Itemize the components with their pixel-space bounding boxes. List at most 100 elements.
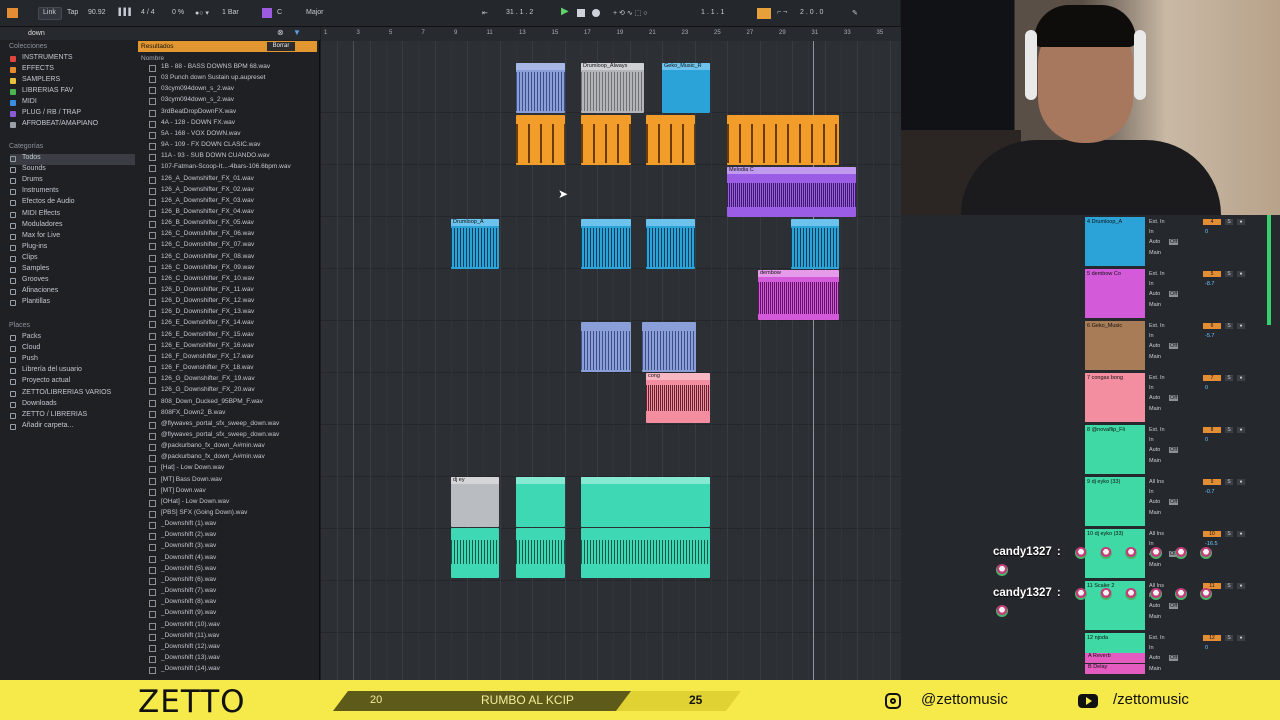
place-item[interactable]: Push (10, 355, 135, 366)
punch-icon[interactable]: ⌐ ¬ (777, 9, 787, 16)
solo-button[interactable]: S (1225, 583, 1233, 589)
arm-icon[interactable]: ● (1237, 271, 1245, 277)
clip-drumloop-always[interactable]: Drumloop_Always (581, 63, 644, 113)
collection-item[interactable]: SAMPLERS (10, 76, 135, 87)
clip-dj-ey-4[interactable] (516, 528, 565, 578)
metronome-icon[interactable]: ▐▐▐ (116, 9, 131, 16)
place-item[interactable]: Librería del usuario (10, 366, 135, 377)
tap-button[interactable]: Tap (67, 9, 78, 16)
clear-search-icon[interactable]: ⊗ (277, 28, 284, 37)
output-select[interactable]: Main (1149, 302, 1161, 308)
clip-dj-ey-grey[interactable]: dj ey (451, 477, 499, 527)
arrangement-position[interactable]: 31 . 1 . 2 (506, 9, 533, 16)
clip-orange-4[interactable] (727, 115, 839, 165)
return-track[interactable]: A Reverb (1085, 653, 1145, 663)
file-row[interactable]: 126_C_Downshifter_FX_07.wav (149, 241, 314, 252)
track-header[interactable]: 7 congas bong (1085, 373, 1145, 422)
input-select[interactable]: All Ins (1149, 479, 1164, 485)
collection-item[interactable]: PLUG / RB / TRAP (10, 109, 135, 120)
stop-button[interactable] (577, 9, 585, 17)
track-lane[interactable] (321, 373, 901, 425)
volume-field[interactable]: 0 (1205, 229, 1208, 235)
file-row[interactable]: [PBS] SFX (Going Down).wav (149, 509, 314, 520)
volume-field[interactable]: -0.7 (1205, 489, 1214, 495)
file-row[interactable]: _Downshift (7).wav (149, 587, 314, 598)
clip-drumloop-a-3[interactable] (646, 219, 695, 269)
place-item[interactable]: Downloads (10, 400, 135, 411)
volume-field[interactable]: -5.7 (1205, 333, 1214, 339)
clip-geko-music[interactable]: Geko_Music_R (662, 63, 710, 113)
arm-icon[interactable]: ● (1237, 427, 1245, 433)
place-item[interactable]: Cloud (10, 344, 135, 355)
solo-button[interactable]: S (1225, 375, 1233, 381)
clip-dj-ey-5[interactable] (581, 528, 710, 578)
file-row[interactable]: 126_E_Downshifter_FX_15.wav (149, 331, 314, 342)
loop-switch-icon[interactable] (757, 8, 771, 19)
track-header[interactable]: 12 njoda (1085, 633, 1145, 653)
file-row[interactable]: 1B - 88 - BASS DOWNS BPM 68.wav (149, 63, 314, 74)
track-lane[interactable] (321, 581, 901, 633)
volume-field[interactable]: 0 (1205, 385, 1208, 391)
monitor-off-button[interactable]: Off (1169, 603, 1179, 609)
file-row[interactable]: 107-Fatman-Scoop-It...-4bars-106.6bpm.wa… (149, 163, 314, 174)
track-lane[interactable] (321, 425, 901, 477)
file-row[interactable]: [MT] Down.wav (149, 487, 314, 498)
draw-mode-icon[interactable]: ✎ (852, 9, 858, 17)
track-header[interactable]: 9 dj eyko (33) (1085, 477, 1145, 526)
file-row[interactable]: 126_D_Downshifter_FX_11.wav (149, 286, 314, 297)
track-header[interactable]: 4 Drumloop_A (1085, 217, 1145, 266)
category-item[interactable]: Grooves (10, 276, 135, 287)
file-row[interactable]: _Downshift (14).wav (149, 665, 314, 676)
volume-field[interactable]: 0 (1205, 645, 1208, 651)
clip-orange-2[interactable] (581, 115, 631, 165)
play-button[interactable]: ▶ (561, 6, 569, 17)
collection-item[interactable]: EFFECTS (10, 65, 135, 76)
arrangement-view-icon[interactable] (7, 8, 18, 18)
output-select[interactable]: Main (1149, 250, 1161, 256)
file-row[interactable]: 03cym094down_s_2.wav (149, 85, 314, 96)
file-row[interactable]: 03cym094down_s_2.wav (149, 96, 314, 107)
file-row[interactable]: 126_G_Downshifter_FX_19.wav (149, 375, 314, 386)
file-row[interactable]: 126_A_Downshifter_FX_01.wav (149, 175, 314, 186)
file-row[interactable]: @flywaves_portal_sfx_sweep_down.wav (149, 420, 314, 431)
file-row[interactable]: _Downshift (11).wav (149, 632, 314, 643)
file-row[interactable]: _Downshift (9).wav (149, 609, 314, 620)
loop-length[interactable]: 2 . 0 . 0 (800, 9, 823, 16)
category-item[interactable]: Clips (10, 254, 135, 265)
file-row[interactable]: 126_B_Downshifter_FX_04.wav (149, 208, 314, 219)
input-select[interactable]: Ext. In (1149, 375, 1165, 381)
output-select[interactable]: Main (1149, 510, 1161, 516)
clip-geko-2[interactable] (642, 322, 696, 372)
file-row[interactable]: @flywaves_portal_sfx_sweep_down.wav (149, 431, 314, 442)
input-select[interactable]: Ext. In (1149, 271, 1165, 277)
category-item[interactable]: Plug-ins (10, 243, 135, 254)
scale-toggle-icon[interactable] (262, 8, 272, 18)
category-item[interactable]: Efectos de Audio (10, 198, 135, 209)
clip-orange-1[interactable] (516, 115, 565, 165)
file-row[interactable]: 03 Punch down Sustain up.aupreset (149, 74, 314, 85)
arm-icon[interactable]: ● (1237, 635, 1245, 641)
clip-geko-1[interactable] (581, 322, 631, 372)
file-row[interactable]: [OHat] - Low Down.wav (149, 498, 314, 509)
quantize-select[interactable]: 1 Bar (222, 9, 239, 16)
time-signature[interactable]: 4 / 4 (141, 9, 155, 16)
monitor-off-button[interactable]: Off (1169, 499, 1179, 505)
file-row[interactable]: 126_C_Downshifter_FX_10.wav (149, 275, 314, 286)
file-row[interactable]: 3rdBeatDropDownFX.wav (149, 108, 314, 119)
file-row[interactable]: [MT] Bass Down.wav (149, 476, 314, 487)
file-row[interactable]: 126_G_Downshifter_FX_20.wav (149, 386, 314, 397)
file-row[interactable]: _Downshift (10).wav (149, 621, 314, 632)
overdub-icons[interactable]: + ⟲ ∿ ⬚ ○ (613, 9, 647, 17)
record-button[interactable] (592, 9, 600, 17)
file-row[interactable]: 808_Down_Ducked_95BPM_F.wav (149, 398, 314, 409)
timeline-ruler[interactable]: 1 3 5 7 9 11 13 15 17 19 21 23 25 27 29 31 33 35 (321, 27, 901, 41)
category-item[interactable]: Max for Live (10, 232, 135, 243)
arrangement-view[interactable]: 1 3 5 7 9 11 13 15 17 19 21 23 25 27 29 31 33 35 Drumloop… (321, 27, 901, 680)
file-row[interactable]: 126_C_Downshifter_FX_09.wav (149, 264, 314, 275)
return-track[interactable]: B Delay (1085, 664, 1145, 674)
monitor-off-button[interactable]: Off (1169, 343, 1179, 349)
collection-item[interactable]: MIDI (10, 98, 135, 109)
output-select[interactable]: Main (1149, 666, 1161, 672)
category-item[interactable]: Plantillas (10, 298, 135, 309)
clip-orange-3[interactable] (646, 115, 695, 165)
